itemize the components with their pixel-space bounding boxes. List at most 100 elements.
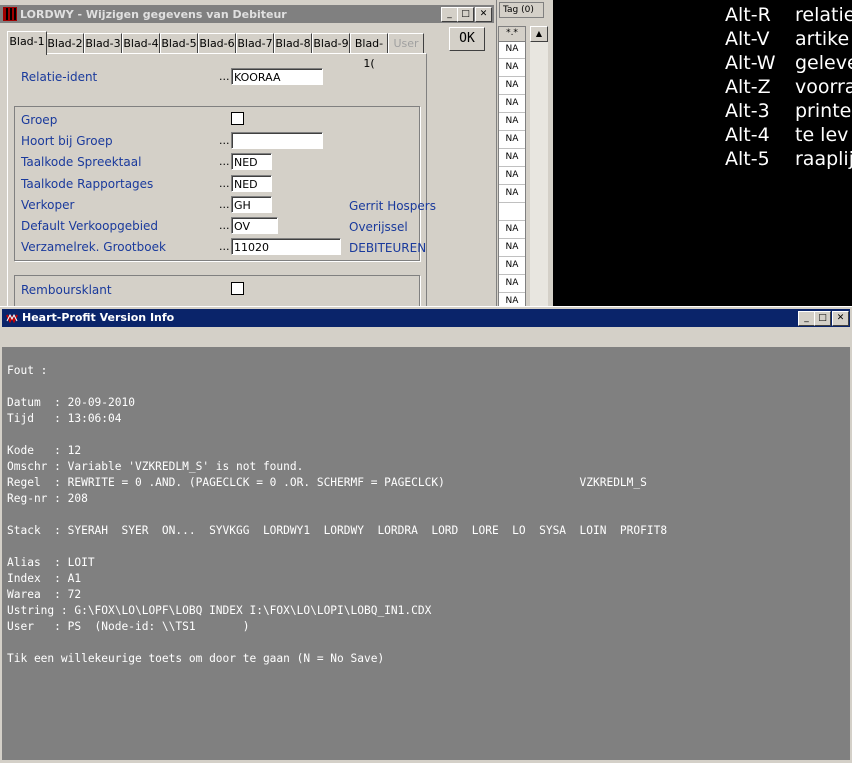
- shortcut-row: Alt-V artike: [725, 28, 849, 50]
- verzamelrek-grootboek-label: Verzamelrek. Grootboek: [21, 240, 166, 254]
- verkoopgebied-description: Overijssel: [349, 220, 408, 234]
- info-line: Stack : SYERAH SYER ON... SYVKGG LORDWY1…: [7, 524, 668, 537]
- info-title: Heart-Profit Version Info: [22, 311, 175, 324]
- info-line: Reg-nr : 208: [7, 492, 88, 505]
- shortcut-label: te lev: [795, 124, 849, 146]
- tab-blad-7[interactable]: Blad-7: [236, 33, 274, 54]
- tab-blad-9[interactable]: Blad-9: [312, 33, 350, 54]
- taalkode-spreektaal-input[interactable]: NED: [231, 153, 272, 170]
- hoort-bij-groep-label: Hoort bij Groep: [21, 134, 113, 148]
- taalkode-rapportages-dots: ...: [219, 177, 230, 190]
- info-line: Kode : 12: [7, 444, 82, 457]
- tab-blad-1[interactable]: Blad-1: [7, 31, 47, 55]
- shortcut-row: Alt-3 printe: [725, 100, 851, 122]
- shortcut-label: relatie: [795, 4, 852, 26]
- shortcut-row: Alt-W geleve: [725, 52, 852, 74]
- info-line: User : PS (Node-id: \\TS1 ): [7, 620, 250, 633]
- tab-user[interactable]: User: [388, 33, 424, 54]
- shortcut-key: Alt-Z: [725, 76, 771, 98]
- verkoper-dots: ...: [219, 198, 230, 211]
- heart-profit-icon: [5, 311, 19, 325]
- info-line: Tik een willekeurige toets om door te ga…: [7, 652, 385, 665]
- ok-button[interactable]: OK: [449, 27, 485, 51]
- tag-header[interactable]: Tag (0): [499, 2, 544, 18]
- verzamelrek-description: DEBITEUREN: [349, 241, 427, 255]
- info-line: Regel : REWRITE = 0 .AND. (PAGECLCK = 0 …: [7, 476, 647, 489]
- shortcut-row: Alt-Z voorra: [725, 76, 852, 98]
- tab-blad-10[interactable]: Blad-1(: [350, 33, 388, 70]
- tag-cell[interactable]: NA: [499, 149, 525, 167]
- hoort-bij-groep-input[interactable]: [231, 132, 323, 149]
- shortcut-row: Alt-R relatie: [725, 4, 852, 26]
- taalkode-rapportages-label: Taalkode Rapportages: [21, 177, 154, 191]
- tag-cell[interactable]: NA: [499, 95, 525, 113]
- tag-cell[interactable]: NA: [499, 275, 525, 293]
- info-close-icon[interactable]: ✕: [832, 311, 849, 326]
- info-line: Omschr : Variable 'VZKREDLM_S' is not fo…: [7, 460, 304, 473]
- verzamelrek-dots: ...: [219, 240, 230, 253]
- tag-cell[interactable]: NA: [499, 113, 525, 131]
- minimize-icon[interactable]: _: [441, 7, 458, 22]
- info-line: Ustring : G:\FOX\LO\LOPF\LOBQ INDEX I:\F…: [7, 604, 432, 617]
- tag-cell[interactable]: NA: [499, 239, 525, 257]
- info-minimize-icon[interactable]: _: [798, 311, 815, 326]
- shortcut-key: Alt-V: [725, 28, 770, 50]
- verkoper-input[interactable]: GH: [231, 196, 272, 213]
- groep-checkbox[interactable]: [231, 112, 244, 125]
- tag-star-header[interactable]: *.*: [498, 26, 526, 42]
- relatie-ident-input[interactable]: KOORAA: [231, 68, 323, 85]
- info-line: Alias : LOIT: [7, 556, 95, 569]
- maximize-icon[interactable]: □: [457, 7, 474, 22]
- shortcut-row: Alt-4 te lev: [725, 124, 848, 146]
- shortcut-key: Alt-W: [725, 52, 776, 74]
- tag-cell[interactable]: NA: [499, 185, 525, 203]
- groep-label: Groep: [21, 113, 58, 127]
- taalkode-spreektaal-dots: ...: [219, 155, 230, 168]
- info-body: Fout : Datum : 20-09-2010 Tijd : 13:06:0…: [2, 347, 850, 760]
- info-line: Datum : 20-09-2010: [7, 396, 135, 409]
- shortcut-key: Alt-4: [725, 124, 770, 146]
- tag-list[interactable]: NA NA NA NA NA NA NA NA NA NA NA NA NA N…: [498, 26, 526, 311]
- tag-scrollbar[interactable]: [530, 40, 548, 306]
- tag-cell[interactable]: NA: [499, 41, 525, 59]
- taalkode-spreektaal-label: Taalkode Spreektaal: [21, 155, 142, 169]
- tag-cell[interactable]: NA: [499, 131, 525, 149]
- tag-cell[interactable]: [499, 203, 525, 221]
- hoort-bij-groep-dots: ...: [219, 134, 230, 147]
- verkoper-label: Verkoper: [21, 198, 75, 212]
- tag-cell[interactable]: NA: [499, 77, 525, 95]
- info-line: Tijd : 13:06:04: [7, 412, 122, 425]
- close-icon[interactable]: ✕: [475, 7, 492, 22]
- tab-blad-8[interactable]: Blad-8: [274, 33, 312, 54]
- shortcut-label: raaplij: [795, 148, 852, 170]
- tag-cell[interactable]: NA: [499, 59, 525, 77]
- default-verkoopgebied-label: Default Verkoopgebied: [21, 219, 159, 233]
- info-line: Index : A1: [7, 572, 82, 585]
- info-line: Fout :: [7, 364, 48, 377]
- debiteur-dialog: LORDWY - Wijzigen gegevens van Debiteur …: [0, 0, 496, 317]
- verkoper-description: Gerrit Hospers: [349, 199, 436, 213]
- default-verkoopgebied-input[interactable]: OV: [231, 217, 278, 234]
- shortcut-row: Alt-5 raaplij: [725, 148, 852, 170]
- shortcut-key: Alt-5: [725, 148, 770, 170]
- taalkode-rapportages-input[interactable]: NED: [231, 175, 272, 192]
- dialog-title: LORDWY - Wijzigen gegevens van Debiteur: [20, 8, 287, 21]
- default-verkoopgebied-dots: ...: [219, 219, 230, 232]
- remboursklant-checkbox[interactable]: [231, 282, 244, 295]
- shortcut-key: Alt-3: [725, 100, 770, 122]
- tag-cell[interactable]: NA: [499, 167, 525, 185]
- tab-blad-3[interactable]: Blad-3: [84, 33, 122, 54]
- info-line: Warea : 72: [7, 588, 82, 601]
- shortcut-label: voorra: [795, 76, 852, 98]
- info-maximize-icon[interactable]: □: [814, 311, 831, 326]
- scroll-up-arrow-icon[interactable]: ▲: [530, 26, 548, 42]
- verzamelrek-grootboek-input[interactable]: 11020: [231, 238, 341, 255]
- tag-cell[interactable]: NA: [499, 257, 525, 275]
- shortcut-label: artike: [795, 28, 850, 50]
- tag-cell[interactable]: NA: [499, 221, 525, 239]
- tab-blad-6[interactable]: Blad-6: [198, 33, 236, 54]
- app-icon: [3, 7, 17, 21]
- tab-blad-2[interactable]: Blad-2: [46, 33, 84, 54]
- tab-blad-5[interactable]: Blad-5: [160, 33, 198, 54]
- tab-blad-4[interactable]: Blad-4: [122, 33, 160, 54]
